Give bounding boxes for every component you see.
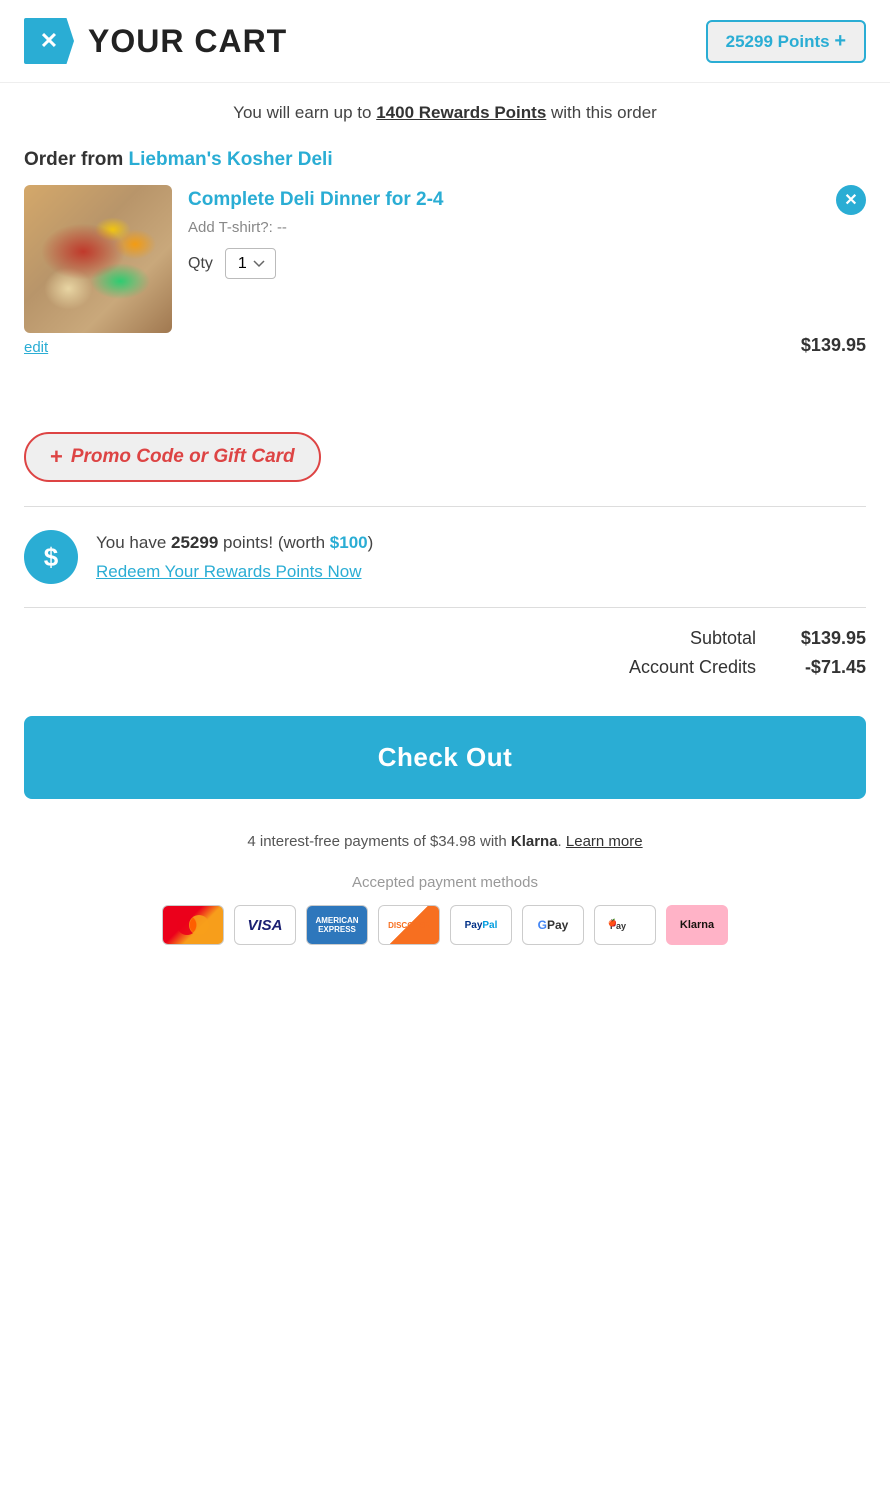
item-qty-row: Qty 1 2 3 4 5 — [188, 248, 866, 279]
rewards-points-link[interactable]: 1400 Rewards Points — [376, 103, 546, 122]
addon-label: Add T-shirt?: — [188, 219, 273, 236]
visa-icon: VISA — [234, 905, 296, 945]
rewards-text-after: ) — [368, 533, 374, 552]
item-name: Complete Deli Dinner for 2-4 — [188, 189, 866, 211]
google-pay-icon: GPay — [522, 905, 584, 945]
item-edit-link[interactable]: edit — [24, 339, 172, 356]
item-details: Complete Deli Dinner for 2-4 Add T-shirt… — [188, 185, 866, 279]
rewards-text-before: You have — [96, 533, 171, 552]
payment-methods-section: Accepted payment methods VISA AMERICANEX… — [0, 856, 890, 975]
klarna-payment-icon: Klarna — [666, 905, 728, 945]
rewards-worth-value: $100 — [330, 533, 368, 552]
klarna-row: 4 interest-free payments of $34.98 with … — [0, 819, 890, 856]
rewards-dollar-icon: $ — [24, 530, 78, 584]
points-count-label: 25299 Points — [726, 32, 830, 51]
cart-header: ✕ YOUR CART 25299 Points + — [0, 0, 890, 83]
credits-row: Account Credits -$71.45 — [24, 657, 866, 678]
points-plus-icon: + — [834, 30, 846, 52]
apple-pay-icon: Pay 🍎 — [594, 905, 656, 945]
restaurant-name[interactable]: Liebman's Kosher Deli — [129, 149, 333, 170]
checkout-section: Check Out — [0, 696, 890, 819]
order-summary: Subtotal $139.95 Account Credits -$71.45 — [0, 608, 890, 696]
subtotal-amount: $139.95 — [786, 628, 866, 649]
discover-icon: DISCOVER — [378, 905, 440, 945]
mastercard-icon — [162, 905, 224, 945]
rewards-points-number: 25299 — [171, 533, 218, 552]
promo-plus-icon: + — [50, 444, 63, 470]
credits-label: Account Credits — [629, 657, 756, 678]
rewards-banner: You will earn up to 1400 Rewards Points … — [0, 83, 890, 133]
klarna-learn-more-link[interactable]: Learn more — [566, 833, 643, 850]
rewards-text-block: You have 25299 points! (worth $100) Rede… — [96, 529, 373, 585]
rewards-text-before: You will earn up to — [233, 103, 376, 122]
payment-icons-row: VISA AMERICANEXPRESS DISCOVER PayPal GPa… — [24, 905, 866, 945]
cart-item: edit Complete Deli Dinner for 2-4 Add T-… — [24, 185, 866, 356]
qty-label: Qty — [188, 255, 213, 273]
food-photo — [24, 185, 172, 333]
redeem-link[interactable]: Redeem Your Rewards Points Now — [96, 558, 373, 585]
order-from-label: Order from — [24, 149, 123, 170]
order-section: Order from Liebman's Kosher Deli edit Co… — [0, 133, 890, 372]
cart-title: YOUR CART — [88, 23, 287, 60]
remove-item-button[interactable]: ✕ — [836, 185, 866, 215]
payment-label: Accepted payment methods — [24, 874, 866, 891]
item-price: $139.95 — [801, 335, 866, 356]
promo-label: Promo Code or Gift Card — [71, 446, 295, 468]
checkout-button[interactable]: Check Out — [24, 716, 866, 799]
credits-amount: -$71.45 — [786, 657, 866, 678]
promo-section: + Promo Code or Gift Card — [0, 372, 890, 506]
amex-icon: AMERICANEXPRESS — [306, 905, 368, 945]
klarna-brand: Klarna — [511, 833, 558, 850]
subtotal-row: Subtotal $139.95 — [24, 628, 866, 649]
item-image-container: edit — [24, 185, 172, 356]
header-left: ✕ YOUR CART — [24, 18, 287, 64]
rewards-text-middle: points! (worth — [218, 533, 330, 552]
logo-icon: ✕ — [24, 18, 74, 64]
addon-value: -- — [277, 219, 287, 236]
subtotal-label: Subtotal — [690, 628, 756, 649]
rewards-text-after: with this order — [546, 103, 657, 122]
svg-text:🍎: 🍎 — [608, 918, 617, 927]
rewards-points-line: You have 25299 points! (worth $100) — [96, 529, 373, 556]
qty-select[interactable]: 1 2 3 4 5 — [225, 248, 276, 279]
klarna-text: 4 interest-free payments of $34.98 with — [247, 833, 510, 850]
item-addon: Add T-shirt?: -- — [188, 219, 866, 236]
points-badge-button[interactable]: 25299 Points + — [706, 20, 866, 63]
paypal-icon: PayPal — [450, 905, 512, 945]
rewards-redemption-section: $ You have 25299 points! (worth $100) Re… — [0, 507, 890, 607]
item-image — [24, 185, 172, 333]
order-from: Order from Liebman's Kosher Deli — [24, 149, 866, 171]
promo-code-button[interactable]: + Promo Code or Gift Card — [24, 432, 321, 482]
